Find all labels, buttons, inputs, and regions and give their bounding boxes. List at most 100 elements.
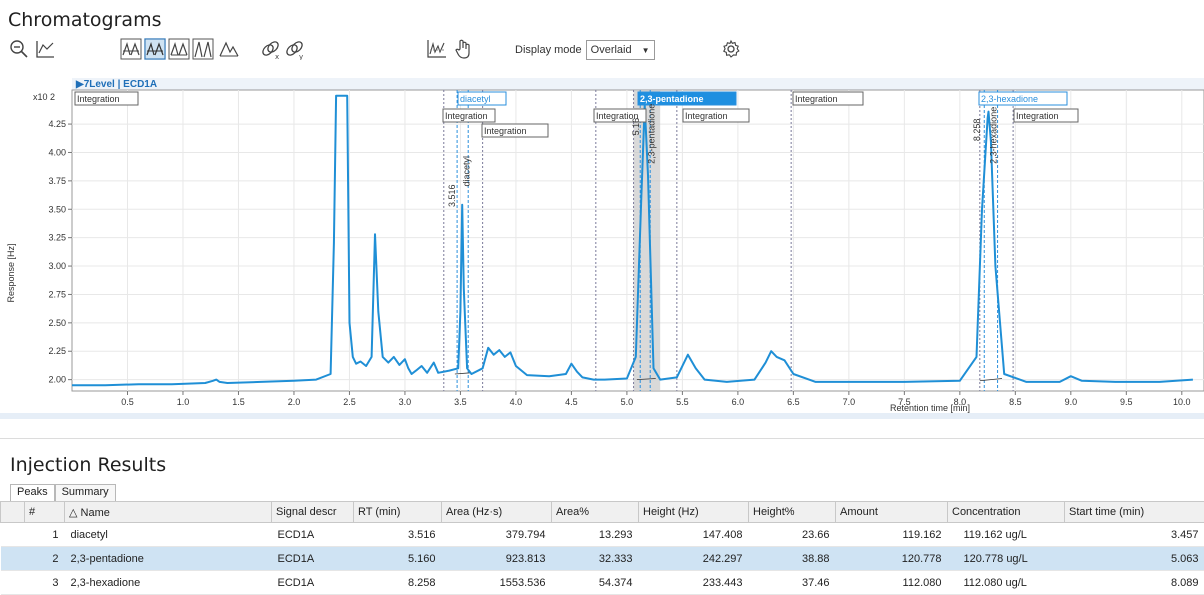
annotation-label: Integration [685, 111, 728, 121]
display-mode-select[interactable]: Overlaid ▼ [586, 40, 655, 60]
section-divider [0, 438, 1204, 439]
annotation-label: diacetyl [460, 94, 491, 104]
col-header-height-pct[interactable]: Height% [749, 502, 836, 523]
cell-height-pct: 38.88 [749, 547, 836, 571]
x-tick-label: 1.0 [177, 397, 190, 407]
chromatograms-title: Chromatograms [8, 9, 161, 31]
annotation-label: Integration [445, 111, 488, 121]
settings-gear-icon[interactable] [720, 38, 742, 60]
annotation-label: Integration [77, 94, 120, 104]
display-mode: Display mode Overlaid ▼ [515, 40, 655, 60]
cell-area-pct: 13.293 [552, 523, 639, 547]
col-header-name[interactable]: △ Name [65, 502, 272, 523]
results-tabs: Peaks Summary [10, 484, 116, 501]
col-header-amount[interactable]: Amount [836, 502, 948, 523]
col-header-area[interactable]: Area (Hz·s) [442, 502, 552, 523]
peak-label: diacetyl [461, 156, 471, 187]
x-tick-label: 6.5 [787, 397, 800, 407]
cell-area: 1553.536 [442, 571, 552, 595]
tab-summary[interactable]: Summary [55, 484, 116, 501]
panel-header-bg [72, 78, 1204, 90]
x-tick-label: 8.5 [1009, 397, 1022, 407]
cell-start-time: 5.063 [1065, 547, 1204, 571]
cell-area-pct: 32.333 [552, 547, 639, 571]
col-header-height[interactable]: Height (Hz) [639, 502, 749, 523]
x-tick-label: 3.5 [454, 397, 467, 407]
cell-name: diacetyl [65, 523, 272, 547]
injection-results-title: Injection Results [10, 454, 166, 476]
peak-label-active-icon[interactable] [144, 38, 166, 60]
annotation-label: Integration [484, 126, 527, 136]
cell-height: 242.297 [639, 547, 749, 571]
cell-number: 2 [25, 547, 65, 571]
y-multiplier: x10 2 [33, 92, 55, 102]
col-header-signal[interactable]: Signal descr [272, 502, 354, 523]
hand-tool-icon[interactable] [452, 38, 474, 60]
cell-area-pct: 54.374 [552, 571, 639, 595]
cell-name: 2,3-hexadione [65, 571, 272, 595]
cell-start-time: 8.089 [1065, 571, 1204, 595]
chart-overlay-icon[interactable] [426, 38, 448, 60]
cell-amount: 112.080 [836, 571, 948, 595]
baseline-icon[interactable] [218, 38, 240, 60]
cell-area: 379.794 [442, 523, 552, 547]
peak-label: 5.16 [631, 118, 641, 136]
zoom-extent-icon[interactable] [34, 38, 56, 60]
chevron-down-icon: ▼ [642, 46, 650, 55]
chart-scrollbar[interactable] [0, 413, 1204, 419]
cell-rt: 8.258 [354, 571, 442, 595]
link-x-icon[interactable]: x [260, 38, 282, 60]
x-tick-label: 4.0 [510, 397, 523, 407]
chromatogram-chart[interactable]: ▶7Level | ECD1A 0.51.01.52.02.53.03.54.0… [0, 73, 1204, 413]
table-row[interactable]: 3 2,3-hexadione ECD1A 8.258 1553.536 54.… [1, 571, 1204, 595]
link-y-icon[interactable]: y [284, 38, 306, 60]
x-tick-label: 1.5 [232, 397, 245, 407]
cell-height-pct: 23.66 [749, 523, 836, 547]
panel-label: ▶7Level | ECD1A [75, 79, 157, 90]
x-tick-label: 10.0 [1173, 397, 1191, 407]
peak-label: 3.516 [447, 184, 457, 207]
table-row[interactable]: 1 diacetyl ECD1A 3.516 379.794 13.293 14… [1, 523, 1204, 547]
peak-label: 8.258 [972, 119, 982, 142]
cell-rt: 3.516 [354, 523, 442, 547]
peak-label-icon[interactable] [120, 38, 142, 60]
table-header-row: # △ Name Signal descr RT (min) Area (Hz·… [1, 502, 1204, 523]
col-header-number[interactable]: # [25, 502, 65, 523]
y-tick-label: 2.00 [48, 375, 66, 385]
tab-peaks[interactable]: Peaks [10, 484, 55, 501]
x-tick-label: 7.0 [843, 397, 856, 407]
table-row[interactable]: 2 2,3-pentadione ECD1A 5.160 923.813 32.… [1, 547, 1204, 571]
chromatogram-svg[interactable]: ▶7Level | ECD1A 0.51.01.52.02.53.03.54.0… [0, 73, 1204, 413]
col-header-concentration[interactable]: Concentration [948, 502, 1065, 523]
peak-integration-icon[interactable] [168, 38, 190, 60]
col-header-rt[interactable]: RT (min) [354, 502, 442, 523]
display-mode-value: Overlaid [591, 44, 632, 56]
cell-amount: 120.778 [836, 547, 948, 571]
display-mode-label: Display mode [515, 44, 582, 56]
cell-concentration: 119.162 ug/L [948, 523, 1065, 547]
y-tick-label: 4.00 [48, 147, 66, 157]
cell-start-time: 3.457 [1065, 523, 1204, 547]
x-tick-label: 5.5 [676, 397, 689, 407]
peak-labels-vertical-icon[interactable] [192, 38, 214, 60]
cell-number: 3 [25, 571, 65, 595]
row-selector-header[interactable] [1, 502, 25, 523]
peak-label: 2,3-hexadione [988, 107, 998, 164]
y-tick-label: 2.50 [48, 318, 66, 328]
sort-ascending-icon: △ [69, 507, 81, 519]
annotation-label: 2,3-pentadione [640, 94, 704, 104]
results-table: # △ Name Signal descr RT (min) Area (Hz·… [0, 501, 1204, 595]
cell-name: 2,3-pentadione [65, 547, 272, 571]
x-tick-label: 2.5 [343, 397, 356, 407]
y-tick-label: 2.25 [48, 346, 66, 356]
x-tick-label: 0.5 [121, 397, 134, 407]
col-header-start-time[interactable]: Start time (min) [1065, 502, 1204, 523]
col-header-area-pct[interactable]: Area% [552, 502, 639, 523]
cell-signal: ECD1A [272, 523, 354, 547]
peak-label: 2,3-pentadione [647, 104, 657, 164]
y-tick-label: 4.25 [48, 119, 66, 129]
zoom-out-icon[interactable] [8, 38, 30, 60]
svg-text:x: x [275, 53, 279, 60]
cell-height-pct: 37.46 [749, 571, 836, 595]
cell-height: 147.408 [639, 523, 749, 547]
